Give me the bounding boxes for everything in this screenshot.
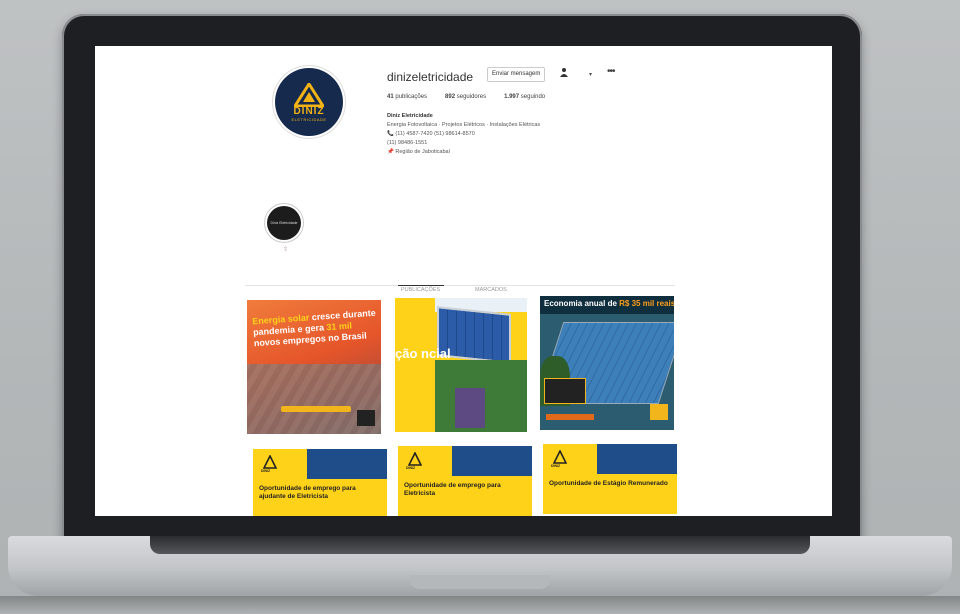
phone-icon: 📞 bbox=[387, 131, 394, 137]
bio-name: Diniz Eletricidade bbox=[387, 113, 433, 119]
post-title: Oportunidade de Estágio Remunerado bbox=[549, 480, 668, 487]
story-highlight[interactable]: Diniz Eletricidade bbox=[267, 206, 301, 240]
profile-stats: 41 publicações 892 seguidores 1.997 segu… bbox=[387, 94, 545, 100]
post-solar-panel[interactable]: ção ncial bbox=[395, 298, 527, 432]
tab-tagged[interactable]: MARCADOS bbox=[475, 287, 507, 293]
location-pin-icon: 📌 bbox=[387, 149, 394, 155]
highlight-caption-icon: ⇧ bbox=[283, 247, 289, 253]
post-logo-icon bbox=[650, 404, 668, 420]
post-job-helper[interactable]: DINIZ Oportunidade de emprego para ajuda… bbox=[253, 449, 387, 516]
post-cta-bar bbox=[281, 406, 351, 412]
logo-subtitle: ELETRICIDADE bbox=[291, 116, 327, 122]
bio-services: Energia Fotovoltaica · Projetos Elétrico… bbox=[387, 122, 541, 128]
post-headline: Energia solar cresce durante pandemia e … bbox=[252, 307, 376, 349]
post-title: Oportunidade de emprego para ajudante de… bbox=[259, 485, 356, 500]
card-brand: DINIZ bbox=[261, 469, 271, 473]
diniz-logo-icon bbox=[294, 82, 324, 107]
post-job-internship[interactable]: DINIZ Oportunidade de Estágio Remunerado bbox=[543, 444, 677, 514]
post-solar-growth[interactable]: Energia solar cresce durante pandemia e … bbox=[247, 300, 381, 434]
more-options-icon[interactable]: ••• bbox=[607, 66, 615, 77]
card-brand: DINIZ bbox=[406, 466, 416, 470]
card-brand: DINIZ bbox=[551, 464, 561, 468]
diniz-logo-icon bbox=[553, 450, 567, 464]
follow-person-icon[interactable] bbox=[559, 67, 569, 77]
posts-stat: 41 publicações bbox=[387, 94, 428, 100]
bio-phones: 📞 (11) 4587-7420 (51) 98614-8570 bbox=[387, 131, 475, 137]
post-photo bbox=[307, 449, 387, 479]
active-tab-indicator bbox=[398, 285, 444, 286]
post-photo bbox=[452, 446, 532, 476]
post-title: Oportunidade de emprego para Eletricista bbox=[404, 482, 501, 497]
laptop-shadow bbox=[0, 596, 960, 614]
post-info-box bbox=[544, 378, 586, 404]
chevron-down-icon[interactable]: ▾ bbox=[589, 71, 592, 78]
post-job-electrician[interactable]: DINIZ Oportunidade de emprego para Eletr… bbox=[398, 446, 532, 516]
logo-name: DINIZ bbox=[293, 105, 325, 117]
bio-phone-2: (11) 98486-1551 bbox=[387, 140, 428, 146]
diniz-logo-icon bbox=[408, 452, 422, 466]
tab-posts[interactable]: PUBLICAÇÕES bbox=[401, 287, 440, 293]
post-header: Economia anual de R$ 35 mil reais bbox=[540, 296, 674, 314]
tabs-divider bbox=[245, 285, 675, 286]
bio-location: 📌 Região de Jaboticabal bbox=[387, 149, 450, 155]
post-photo bbox=[597, 444, 677, 474]
laptop-notch bbox=[410, 575, 550, 589]
send-message-button[interactable]: Enviar mensagem bbox=[487, 67, 546, 82]
profile-username: dinizeletricidade bbox=[387, 70, 474, 84]
browser-screen: DINIZ ELETRICIDADE dinizeletricidade Env… bbox=[95, 46, 832, 516]
profile-avatar[interactable]: DINIZ ELETRICIDADE bbox=[275, 68, 343, 136]
followers-stat[interactable]: 892 seguidores bbox=[445, 94, 486, 100]
following-stat[interactable]: 1.997 seguindo bbox=[504, 94, 545, 100]
profile-bio: Diniz Eletricidade Energia Fotovoltaica … bbox=[387, 112, 540, 157]
laptop-hinge bbox=[150, 536, 810, 554]
post-logo-icon bbox=[357, 410, 375, 426]
post-partial-text: ção ncial bbox=[395, 346, 451, 361]
post-cta-bar bbox=[546, 414, 594, 420]
post-annual-savings[interactable]: Economia anual de R$ 35 mil reais bbox=[540, 296, 674, 430]
diniz-logo-icon bbox=[263, 455, 277, 469]
post-house bbox=[455, 388, 485, 428]
